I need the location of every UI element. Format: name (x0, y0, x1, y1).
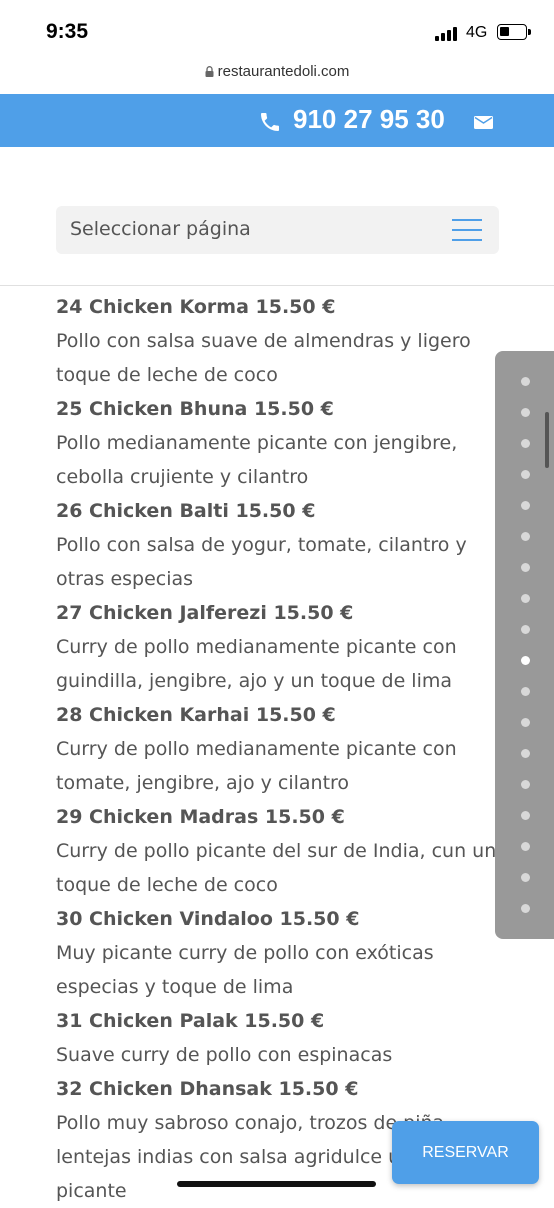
home-indicator (177, 1181, 376, 1187)
dish-title: 24 Chicken Korma 15.50 € (56, 296, 336, 318)
dish-description: Pollo medianamente picante con jengibre,… (56, 432, 458, 488)
cellular-signal-icon (435, 25, 457, 41)
dish-description: Curry de pollo picante del sur de India,… (56, 840, 497, 896)
url-text: restaurantedoli.com (217, 62, 350, 80)
menu-item: 31 Chicken Palak 15.50 € Suave curry de … (56, 1004, 516, 1072)
section-dot[interactable] (521, 377, 530, 386)
section-dot[interactable] (521, 532, 530, 541)
network-type: 4G (466, 24, 488, 41)
dish-description: Curry de pollo medianamente picante con … (56, 636, 457, 692)
reserve-button[interactable]: RESERVAR (392, 1121, 539, 1184)
section-dot[interactable] (521, 594, 530, 603)
menu-item: 27 Chicken Jalferezi 15.50 € Curry de po… (56, 596, 516, 698)
dish-title: 26 Chicken Balti 15.50 € (56, 500, 316, 522)
section-dot[interactable] (521, 687, 530, 696)
dish-title: 30 Chicken Vindaloo 15.50 € (56, 908, 360, 930)
battery-icon (497, 24, 531, 40)
section-dot[interactable] (521, 780, 530, 789)
phone-number-link[interactable]: 910 27 95 30 (293, 104, 445, 135)
dish-title: 31 Chicken Palak 15.50 € (56, 1010, 325, 1032)
section-dot[interactable] (521, 873, 530, 882)
dish-title: 32 Chicken Dhansak 15.50 € (56, 1078, 359, 1100)
menu-item: 30 Chicken Vindaloo 15.50 € Muy picante … (56, 902, 516, 1004)
section-dot[interactable] (521, 563, 530, 572)
menu-item: 26 Chicken Balti 15.50 € Pollo con salsa… (56, 494, 516, 596)
dish-description: Pollo con salsa de yogur, tomate, cilant… (56, 534, 467, 590)
section-dot[interactable] (521, 842, 530, 851)
menu-item: 29 Chicken Madras 15.50 € Curry de pollo… (56, 800, 516, 902)
divider (0, 285, 554, 286)
hamburger-menu-icon[interactable] (452, 219, 482, 241)
menu-list: 24 Chicken Korma 15.50 € Pollo con salsa… (56, 290, 516, 1208)
address-bar[interactable]: restaurantedoli.com (0, 58, 554, 84)
dish-description: Suave curry de pollo con espinacas (56, 1044, 393, 1066)
section-dot[interactable] (521, 904, 530, 913)
page-select-label: Seleccionar página (70, 218, 251, 240)
menu-item: 25 Chicken Bhuna 15.50 € Pollo medianame… (56, 392, 516, 494)
scrollbar-thumb[interactable] (545, 412, 549, 468)
clock: 9:35 (46, 20, 89, 43)
menu-item: 28 Chicken Karhai 15.50 € Curry de pollo… (56, 698, 516, 800)
dish-title: 25 Chicken Bhuna 15.50 € (56, 398, 334, 420)
dish-description: Muy picante curry de pollo con exóticas … (56, 942, 434, 998)
section-dot[interactable] (521, 439, 530, 448)
status-bar: 9:35 4G (0, 0, 554, 60)
section-dot[interactable] (521, 625, 530, 634)
dish-title: 28 Chicken Karhai 15.50 € (56, 704, 336, 726)
section-dot[interactable] (521, 811, 530, 820)
dish-title: 29 Chicken Madras 15.50 € (56, 806, 345, 828)
section-dot[interactable] (521, 501, 530, 510)
dish-description: Curry de pollo medianamente picante con … (56, 738, 457, 794)
section-dot[interactable] (521, 749, 530, 758)
dish-title: 27 Chicken Jalferezi 15.50 € (56, 602, 354, 624)
lock-icon (205, 65, 214, 77)
page-select-dropdown[interactable]: Seleccionar página (56, 206, 499, 254)
mail-icon[interactable] (474, 116, 493, 129)
menu-item: 24 Chicken Korma 15.50 € Pollo con salsa… (56, 290, 516, 392)
dish-description: Pollo con salsa suave de almendras y lig… (56, 330, 471, 386)
section-dot[interactable] (521, 470, 530, 479)
section-dot[interactable] (521, 408, 530, 417)
section-dot[interactable] (521, 656, 530, 665)
phone-icon[interactable] (258, 110, 282, 134)
section-dot[interactable] (521, 718, 530, 727)
